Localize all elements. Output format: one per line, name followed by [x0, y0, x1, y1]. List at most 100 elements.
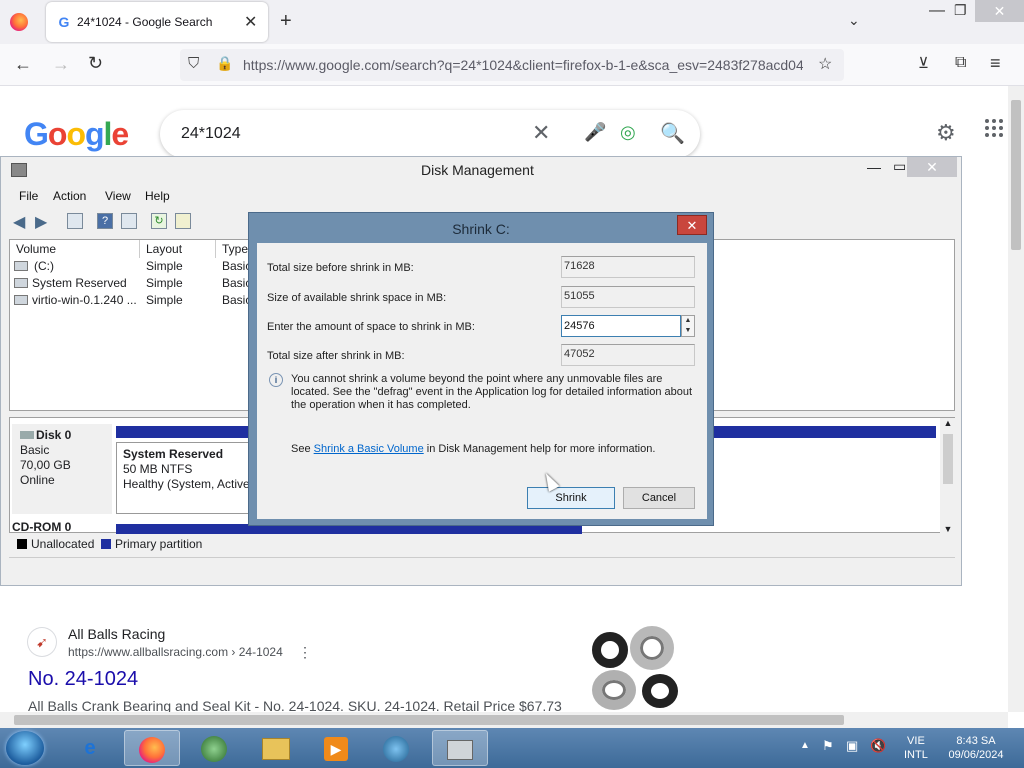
result-site-name[interactable]: All Balls Racing — [68, 626, 165, 642]
close-window-icon[interactable]: ✕ — [975, 0, 1024, 22]
shrink-button[interactable]: Shrink — [527, 487, 615, 509]
graph-scrollbar[interactable]: ▲ ▼ — [940, 418, 956, 534]
shrink-amount-spinner[interactable]: ▲ ▼ — [681, 315, 695, 337]
pocket-icon[interactable]: ⊻ — [918, 54, 929, 72]
file-explorer-icon[interactable] — [248, 730, 304, 766]
taskbar: e ▶ ▲ ⚑ ▣ 🔇 VIE INTL 8:43 SA 09/06/2024 — [0, 728, 1024, 768]
menu-action[interactable]: Action — [53, 189, 86, 203]
network-icon[interactable]: ▣ — [846, 738, 858, 754]
minimize-icon[interactable]: — — [929, 2, 945, 20]
page-vertical-scrollbar[interactable] — [1008, 86, 1024, 712]
reload-icon[interactable]: ↻ — [88, 53, 103, 74]
column-layout[interactable]: Layout — [140, 240, 216, 258]
google-logo[interactable]: Google — [24, 116, 129, 153]
back-icon[interactable]: ← — [14, 54, 32, 75]
menu-file[interactable]: File — [19, 189, 38, 203]
firefox-taskbar-icon[interactable] — [124, 730, 180, 766]
forward-arrow-icon[interactable]: ▶ — [35, 212, 47, 232]
internet-explorer-icon[interactable]: e — [62, 730, 118, 766]
volume-row[interactable]: (C:) Simple Basic — [10, 258, 251, 275]
window-title-bar[interactable]: Disk Management — ▭ ✕ — [1, 157, 961, 183]
total-before-label: Total size before shrink in MB: — [267, 262, 414, 274]
media-center-icon[interactable] — [186, 730, 242, 766]
shrink-help-link[interactable]: Shrink a Basic Volume — [314, 443, 424, 455]
extensions-icon[interactable]: ⧉ — [955, 54, 966, 72]
volume-type: Basic — [222, 276, 252, 290]
url-bar[interactable]: ⛉ 🔒 https://www.google.com/search?q=24*1… — [180, 49, 844, 81]
browser-tab[interactable]: G 24*1024 - Google Search ✕ — [46, 2, 268, 42]
volume-type: Basic — [222, 293, 252, 307]
maximize-icon[interactable]: ▭ — [893, 158, 906, 175]
available-space-label: Size of available shrink space in MB: — [267, 292, 447, 304]
clock[interactable]: 8:43 SA 09/06/2024 — [938, 734, 1014, 762]
cdrom-label[interactable]: CD-ROM 0 — [12, 520, 71, 534]
settings-gear-icon[interactable]: ⚙ — [936, 120, 956, 146]
clear-icon[interactable]: ✕ — [532, 120, 550, 146]
menu-help[interactable]: Help — [145, 189, 170, 203]
page-horizontal-scrollbar[interactable] — [0, 712, 1008, 728]
total-after-value: 47052 — [561, 344, 695, 366]
scroll-down-icon[interactable]: ▼ — [940, 524, 956, 534]
result-url[interactable]: https://www.allballsracing.com › 24-1024 — [68, 645, 283, 659]
disk-management-taskbar-icon[interactable] — [432, 730, 488, 766]
volume-row[interactable]: System Reserved Simple Basic — [10, 275, 252, 292]
lock-icon[interactable]: 🔒 — [216, 55, 233, 72]
url-text[interactable]: https://www.google.com/search?q=24*1024&… — [243, 57, 803, 73]
shield-icon[interactable]: ⛉ — [188, 55, 199, 72]
google-search-box[interactable]: 24*1024 ✕ 🎤 ◎ 🔍 — [160, 110, 700, 158]
column-volume[interactable]: Volume — [10, 240, 140, 258]
cancel-button[interactable]: Cancel — [623, 487, 695, 509]
cd-drive-icon — [14, 295, 28, 305]
menu-view[interactable]: View — [105, 189, 131, 203]
system-tray: ▲ ⚑ ▣ 🔇 VIE INTL 8:43 SA 09/06/2024 — [790, 728, 1024, 768]
media-player-icon[interactable]: ▶ — [308, 730, 364, 766]
language-indicator[interactable]: VIE INTL — [904, 734, 928, 762]
minimize-icon[interactable]: — — [867, 159, 881, 175]
help-icon[interactable]: ? — [97, 213, 113, 229]
firefox-logo-icon[interactable] — [10, 13, 28, 31]
disk-status: Online — [20, 473, 55, 487]
restore-icon[interactable]: ❐ — [954, 2, 967, 19]
show-hidden-icons[interactable]: ▲ — [800, 740, 810, 751]
close-tab-icon[interactable]: ✕ — [244, 12, 257, 32]
result-title-link[interactable]: No. 24-1024 — [28, 668, 138, 691]
scroll-thumb[interactable] — [943, 434, 953, 484]
keyboard-layout: INTL — [904, 749, 928, 761]
lens-icon[interactable]: ◎ — [620, 122, 636, 143]
result-thumbnail-image[interactable] — [590, 622, 682, 712]
volume-muted-icon[interactable]: 🔇 — [870, 738, 886, 754]
search-icon[interactable]: 🔍 — [660, 121, 685, 146]
more-options-icon[interactable]: ⋮ — [298, 644, 312, 661]
apps-grid-icon[interactable] — [984, 118, 1004, 142]
close-icon[interactable]: ✕ — [677, 215, 707, 235]
rescan-icon[interactable] — [175, 213, 191, 229]
scroll-up-icon[interactable]: ▲ — [940, 418, 956, 428]
disk-0-info[interactable]: Disk 0 Basic 70,00 GB Online — [12, 424, 112, 514]
action-center-flag-icon[interactable]: ⚑ — [822, 738, 834, 754]
forward-icon[interactable]: → — [52, 54, 70, 75]
back-arrow-icon[interactable]: ◀ — [13, 212, 25, 232]
search-input[interactable]: 24*1024 — [181, 125, 241, 143]
refresh-icon[interactable]: ↻ — [151, 213, 167, 229]
tab-list-icon[interactable]: ⌄ — [848, 12, 860, 29]
volume-row[interactable]: virtio-win-0.1.240 ... Simple Basic — [10, 292, 252, 309]
primary-swatch — [101, 539, 111, 549]
mic-icon[interactable]: 🎤 — [584, 122, 606, 143]
bookmark-star-icon[interactable]: ☆ — [818, 54, 832, 74]
menu-icon[interactable]: ≡ — [990, 53, 1001, 74]
properties-icon[interactable] — [121, 213, 137, 229]
info-icon: i — [269, 373, 283, 387]
console-tree-icon[interactable] — [67, 213, 83, 229]
start-button-icon[interactable] — [6, 731, 44, 765]
shrink-amount-input[interactable] — [561, 315, 681, 337]
network-app-icon[interactable] — [368, 730, 424, 766]
dialog-title[interactable]: Shrink C: — [249, 213, 713, 243]
new-tab-icon[interactable]: + — [280, 10, 292, 33]
browser-tab-bar: G 24*1024 - Google Search ✕ + ⌄ — ❐ ✕ — [0, 0, 1024, 44]
help-suffix: in Disk Management help for more informa… — [423, 443, 656, 455]
spin-up-icon[interactable]: ▲ — [682, 316, 694, 326]
google-favicon-icon: G — [58, 14, 70, 30]
spin-down-icon[interactable]: ▼ — [682, 326, 694, 336]
close-icon[interactable]: ✕ — [907, 157, 957, 177]
shrink-dialog: Shrink C: ✕ Total size before shrink in … — [248, 212, 714, 526]
